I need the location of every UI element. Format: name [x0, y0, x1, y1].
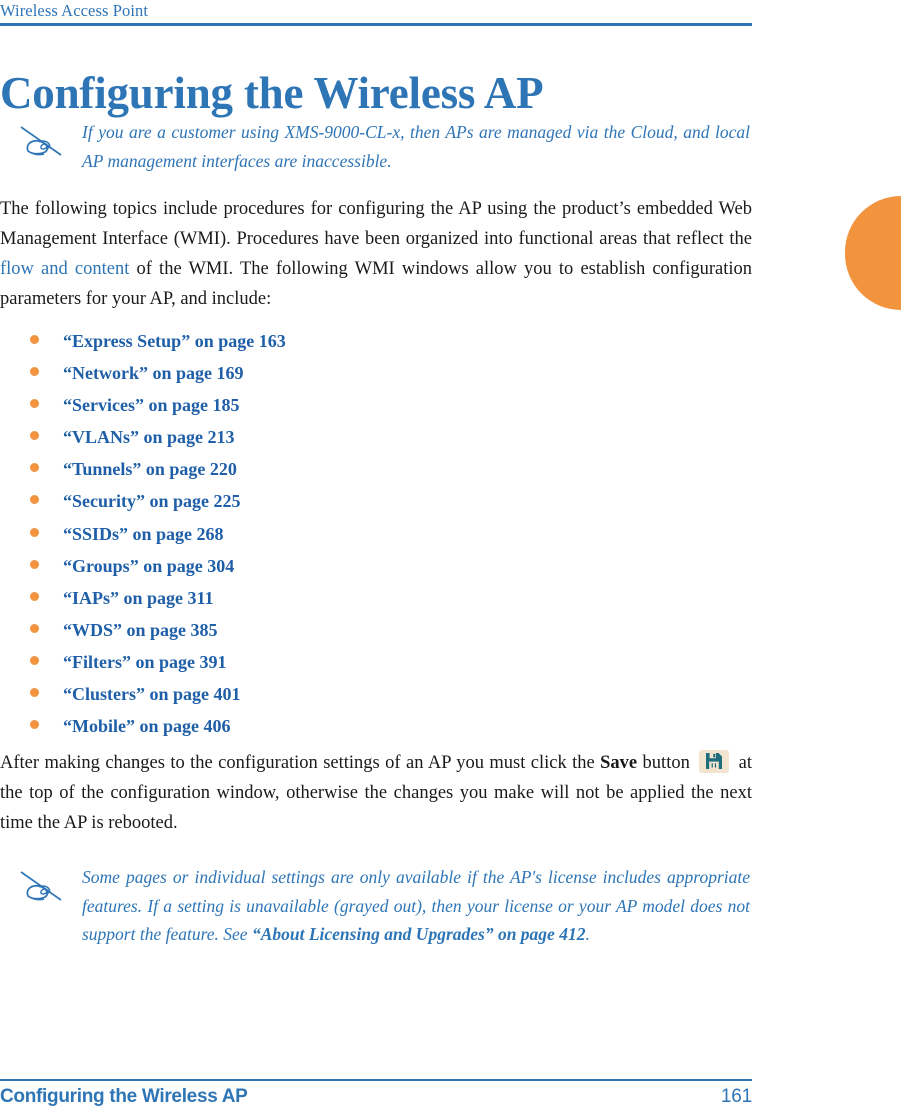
chapter-edge-tab	[845, 196, 901, 310]
note-pen-hand-icon	[0, 863, 82, 903]
note-pen-hand-icon	[0, 118, 82, 158]
topic-link[interactable]: “SSIDs” on page 268	[63, 524, 224, 544]
list-item[interactable]: “Mobile” on page 406	[0, 716, 752, 736]
bullet-dot-icon	[30, 367, 39, 377]
note-callout-licensing: Some pages or individual settings are on…	[0, 863, 752, 949]
licensing-link[interactable]: “About Licensing and Upgrades” on page 4…	[252, 924, 586, 944]
bullet-dot-icon	[30, 591, 39, 601]
list-item[interactable]: “Clusters” on page 401	[0, 684, 752, 704]
topic-link-list: “Express Setup” on page 163 “Network” on…	[0, 331, 752, 736]
bullet-dot-icon	[30, 399, 39, 409]
bullet-dot-icon	[30, 335, 39, 344]
topic-link[interactable]: “Filters” on page 391	[63, 652, 227, 672]
running-header: Wireless Access Point	[0, 0, 752, 26]
bullet-dot-icon	[30, 463, 39, 473]
document-page: Wireless Access Point Configuring the Wi…	[0, 0, 901, 1114]
list-item[interactable]: “VLANs” on page 213	[0, 427, 752, 447]
topic-link[interactable]: “Network” on page 169	[63, 363, 244, 383]
list-item[interactable]: “Filters” on page 391	[0, 652, 752, 672]
topic-link[interactable]: “Tunnels” on page 220	[63, 459, 237, 479]
note-text-part2: .	[585, 924, 590, 945]
bullet-dot-icon	[30, 688, 39, 698]
bullet-dot-icon	[30, 623, 39, 633]
running-header-text: Wireless Access Point	[0, 1, 149, 20]
bullet-dot-icon	[30, 495, 39, 505]
header-rule	[0, 23, 752, 26]
page-title: Configuring the Wireless AP	[0, 68, 544, 119]
footer-row: Configuring the Wireless AP 161	[0, 1081, 752, 1108]
topic-link[interactable]: “Express Setup” on page 163	[63, 331, 286, 351]
save-keyword: Save	[600, 753, 638, 774]
list-item[interactable]: “WDS” on page 385	[0, 620, 752, 640]
topic-link[interactable]: “WDS” on page 385	[63, 620, 218, 640]
footer-page-number: 161	[720, 1086, 752, 1107]
topic-link[interactable]: “Groups” on page 304	[63, 556, 234, 576]
list-item[interactable]: “IAPs” on page 311	[0, 588, 752, 608]
intro-text-part1: The following topics include procedures …	[0, 199, 752, 249]
list-item[interactable]: “Security” on page 225	[0, 491, 752, 511]
note-text: Some pages or individual settings are on…	[82, 863, 752, 949]
topic-link[interactable]: “Clusters” on page 401	[63, 684, 241, 704]
bullet-dot-icon	[30, 527, 39, 537]
page-footer: Configuring the Wireless AP 161	[0, 1078, 752, 1109]
intro-paragraph: The following topics include procedures …	[0, 194, 752, 314]
note-text: If you are a customer using XMS-9000-CL-…	[82, 122, 750, 171]
list-item[interactable]: “Network” on page 169	[0, 363, 752, 383]
save-instruction-paragraph: After making changes to the configuratio…	[0, 748, 752, 838]
content-column: If you are a customer using XMS-9000-CL-…	[0, 118, 752, 951]
bullet-dot-icon	[30, 431, 39, 441]
bullet-dot-icon	[30, 720, 39, 730]
list-item[interactable]: “Tunnels” on page 220	[0, 459, 752, 479]
save-text-part2: button	[637, 753, 696, 774]
topic-link[interactable]: “Services” on page 185	[63, 395, 239, 415]
note-callout-cloud: If you are a customer using XMS-9000-CL-…	[0, 118, 752, 175]
save-floppy-disk-icon[interactable]	[699, 750, 730, 774]
list-item[interactable]: “Groups” on page 304	[0, 556, 752, 576]
save-text-part1: After making changes to the configuratio…	[0, 753, 601, 774]
list-item[interactable]: “Express Setup” on page 163	[0, 331, 752, 351]
list-item[interactable]: “SSIDs” on page 268	[0, 524, 752, 544]
list-item[interactable]: “Services” on page 185	[0, 395, 752, 415]
bullet-dot-icon	[30, 559, 39, 569]
topic-link[interactable]: “VLANs” on page 213	[63, 427, 235, 447]
bullet-dot-icon	[30, 655, 39, 665]
topic-link[interactable]: “Security” on page 225	[63, 491, 241, 511]
topic-link[interactable]: “IAPs” on page 311	[63, 588, 214, 608]
footer-section-title: Configuring the Wireless AP	[0, 1086, 248, 1107]
flow-and-content-link[interactable]: flow and content	[0, 259, 129, 279]
topic-link[interactable]: “Mobile” on page 406	[63, 716, 231, 736]
